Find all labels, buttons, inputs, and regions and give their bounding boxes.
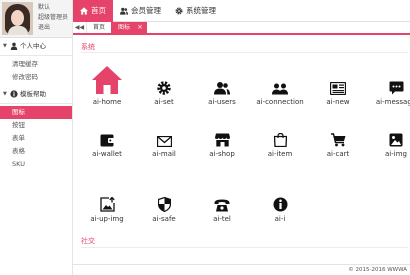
bag-icon <box>273 133 287 147</box>
icon-card-cart[interactable]: ai-cart <box>309 117 367 161</box>
home-icon <box>80 6 88 15</box>
menu-head-personal-center[interactable]: ▼ 个人中心 <box>0 39 72 53</box>
icon-card-set[interactable]: ai-set <box>135 65 193 109</box>
close-icon[interactable]: × <box>137 23 143 31</box>
menu-item-sku[interactable]: SKU <box>0 158 72 171</box>
icon-card-i[interactable]: ai-i <box>251 182 309 226</box>
icon-label: ai-up-img <box>90 215 124 223</box>
icon-card-wallet[interactable]: ai-wallet <box>78 117 136 161</box>
icon-label: ai-mail <box>152 150 176 158</box>
tab-scroll-left-icon[interactable]: ◀◀ <box>73 22 87 33</box>
mail-icon <box>156 136 172 147</box>
icon-label: ai-home <box>92 98 122 106</box>
icon-card-users[interactable]: ai-users <box>193 65 251 109</box>
menu-group-personal: ▼ 个人中心 清理缓存 修改密码 <box>0 39 72 84</box>
menu-group-help: ▼ 模板帮助 图标 按钮 表单 表格 SKU <box>0 87 72 171</box>
icon-label: ai-new <box>326 98 350 106</box>
menu-item-tables[interactable]: 表格 <box>0 145 72 158</box>
menu-item-icons[interactable]: 图标 <box>0 106 72 119</box>
upload-image-icon <box>99 197 115 212</box>
icon-label: ai-shop <box>209 150 235 158</box>
icon-label: ai-item <box>267 150 293 158</box>
icon-label: ai-users <box>208 98 236 106</box>
wallet-icon <box>100 134 114 147</box>
menu-head-template-help[interactable]: ▼ 模板帮助 <box>0 87 72 101</box>
image-icon <box>389 133 403 147</box>
icon-card-item[interactable]: ai-item <box>251 117 309 161</box>
caret-down-icon: ▼ <box>3 43 7 49</box>
icon-card-new[interactable]: ai-new <box>309 65 367 109</box>
user-icon <box>10 42 18 50</box>
icon-card-home[interactable]: ai-home <box>78 65 136 109</box>
connection-icon <box>272 83 288 95</box>
nav-home[interactable]: 首页 <box>73 0 113 22</box>
news-icon <box>330 82 346 95</box>
icon-card-img[interactable]: ai-img <box>367 117 410 161</box>
top-navbar: 首页 会员管理 系统管理 <box>73 0 410 22</box>
icon-card-mail[interactable]: ai-mail <box>135 117 193 161</box>
users-icon <box>214 82 230 95</box>
footer-copyright: © 2015-2016 WWWA <box>73 264 410 275</box>
sidebar: 默认 超级管理员 退出 ▼ 个人中心 清理缓存 修改密码 ▼ 模板帮助 图标 按… <box>0 0 73 275</box>
menu-item-clear-cache[interactable]: 清理缓存 <box>0 58 72 71</box>
caret-down-icon: ▼ <box>3 91 7 97</box>
icon-card-connection[interactable]: ai-connection <box>251 65 309 109</box>
info-icon <box>273 197 287 212</box>
icon-label: ai-i <box>274 215 286 223</box>
user-panel: 默认 超级管理员 退出 <box>0 0 72 38</box>
nav-system-label: 系统管理 <box>186 6 216 15</box>
section-title-social: 社交 <box>81 237 95 245</box>
menu-item-change-password[interactable]: 修改密码 <box>0 71 72 84</box>
user-name: 默认 <box>38 4 51 11</box>
info-icon <box>10 90 18 98</box>
icon-card-safe[interactable]: ai-safe <box>135 182 193 226</box>
user-role: 超级管理员 <box>38 14 69 21</box>
avatar[interactable] <box>2 2 33 35</box>
nav-member-management[interactable]: 会员管理 <box>113 0 168 22</box>
home-icon <box>92 66 122 94</box>
icon-label: ai-wallet <box>92 150 122 158</box>
icon-label: ai-safe <box>152 215 176 223</box>
icon-card-message[interactable]: ai-message <box>367 65 410 109</box>
icon-label: ai-message <box>375 98 410 106</box>
gear-icon <box>157 81 171 95</box>
logout-link[interactable]: 退出 <box>38 23 68 33</box>
phone-icon <box>214 199 230 212</box>
menu-item-forms[interactable]: 表单 <box>0 132 72 145</box>
cart-icon <box>330 133 345 147</box>
nav-home-label: 首页 <box>91 6 106 15</box>
icon-label: ai-set <box>154 98 174 106</box>
users-icon <box>120 7 128 15</box>
icon-card-tel[interactable]: ai-tel <box>193 182 251 226</box>
nav-system-management[interactable]: 系统管理 <box>168 0 223 22</box>
tab-icons[interactable]: 图标 × <box>111 22 147 33</box>
menu-head-label: 个人中心 <box>20 42 46 50</box>
icon-label: ai-tel <box>213 215 231 223</box>
message-icon <box>389 81 403 95</box>
icon-label: ai-img <box>385 150 407 158</box>
shop-icon <box>214 133 230 147</box>
shield-icon <box>157 197 171 212</box>
menu-item-buttons[interactable]: 按钮 <box>0 119 72 132</box>
nav-member-label: 会员管理 <box>131 6 161 15</box>
tab-bar: ◀◀ 首页 图标 × <box>73 22 410 35</box>
section-title-system: 系统 <box>81 43 95 51</box>
main-content: 系统 ai-home ai-set ai-users ai-connection… <box>73 37 410 275</box>
icon-label: ai-cart <box>326 150 350 158</box>
menu-head-label: 模板帮助 <box>20 90 46 98</box>
icon-card-up-img[interactable]: ai-up-img <box>78 182 136 226</box>
tab-icons-label: 图标 <box>118 24 131 31</box>
tab-home[interactable]: 首页 <box>87 22 111 33</box>
gear-icon <box>175 6 183 15</box>
icon-label: ai-connection <box>256 98 304 106</box>
icon-card-shop[interactable]: ai-shop <box>193 117 251 161</box>
